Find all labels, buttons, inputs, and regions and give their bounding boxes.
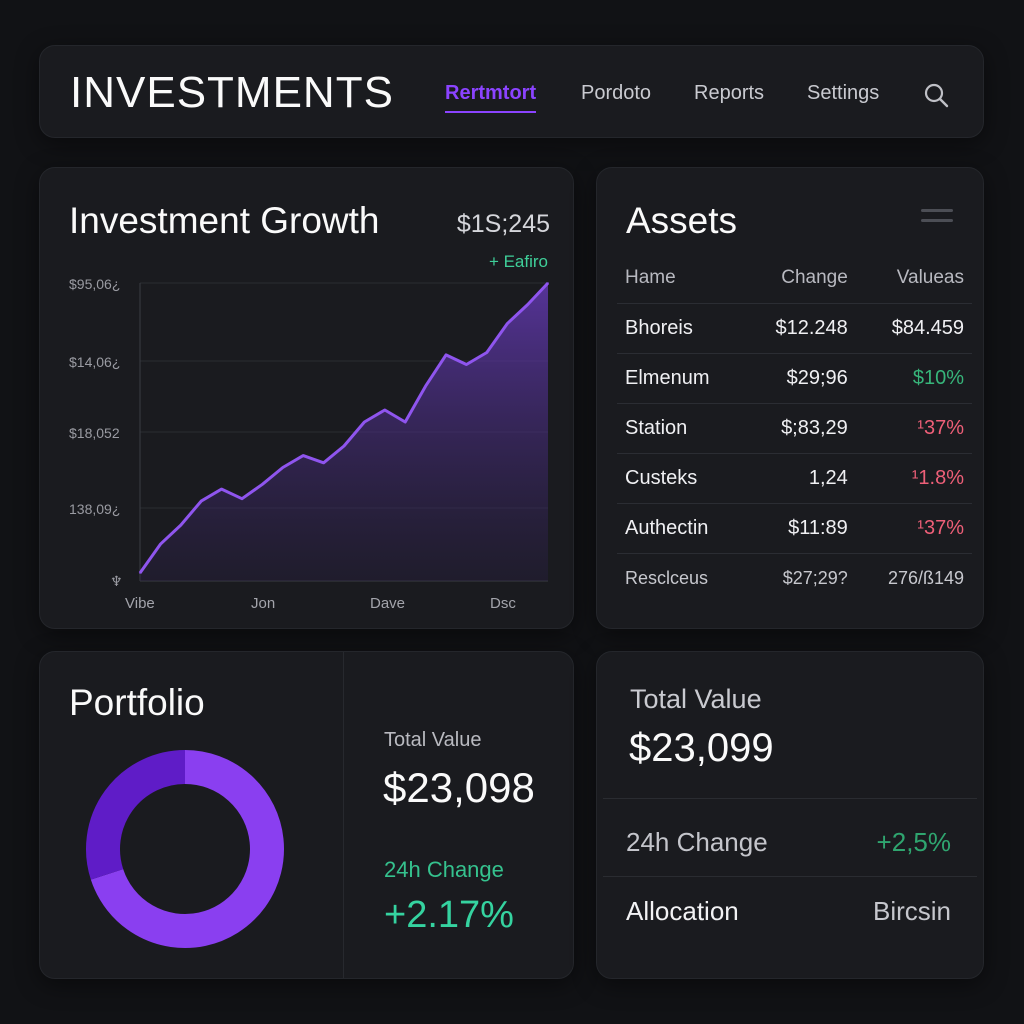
column-header-value[interactable]: Valueas [855, 253, 972, 304]
asset-value: $10% [855, 353, 972, 404]
divider [603, 876, 977, 877]
portfolio-total-label: Total Value [384, 729, 482, 751]
asset-name: Station [617, 403, 745, 454]
data-point [445, 354, 447, 356]
asset-name: Authectin [617, 503, 745, 554]
data-point [486, 351, 488, 354]
asset-value: ¹37% [855, 503, 972, 554]
data-point [343, 445, 345, 447]
y-axis-label: $18,052 [69, 425, 120, 441]
table-header-row: Hame Change Valueas [617, 253, 972, 304]
asset-name: Resclceus [625, 567, 709, 588]
tab-settings[interactable]: Settings [807, 82, 879, 105]
asset-value: ¹1.8% [855, 453, 972, 504]
x-axis-label: Dave [370, 595, 405, 612]
data-point [180, 524, 182, 526]
data-point [424, 385, 427, 387]
data-point [506, 322, 509, 325]
asset-change: 1,24 [744, 453, 856, 504]
asset-name: Elmenum [617, 353, 745, 404]
app-brand: INVESTMENTS [70, 68, 394, 117]
asset-change: $29;96 [744, 353, 856, 404]
asset-name: Custeks [617, 453, 745, 504]
y-axis-label: $95,06¿ [69, 276, 120, 292]
tab-rertmtort[interactable]: Rertmtort [445, 82, 537, 113]
assets-title: Assets [626, 200, 738, 241]
asset-change: $27;29? [782, 567, 848, 588]
portfolio-change-value: +2.17% [384, 894, 514, 936]
asset-value: $84.459 [855, 303, 972, 354]
data-point [302, 454, 305, 457]
y-axis-label: 138,09¿ [69, 501, 120, 517]
growth-chart: $95,06¿ $14,06¿ $18,052 138,09¿ ♆Vibe Jon Dave… [69, 276, 550, 612]
assets-table: Hame Change Valueas Bhoreis $12.248 $84.… [617, 253, 972, 603]
data-point [547, 282, 549, 284]
investment-growth-card: Investment Growth $1S;245 + Eafiro $95,0… [39, 167, 574, 629]
asset-name: Bhoreis [617, 303, 745, 354]
origin-icon: ♆ [110, 574, 123, 590]
table-row[interactable]: Bhoreis $12.248 $84.459 [617, 303, 972, 354]
data-point [220, 488, 223, 490]
portfolio-change-label: 24h Change [384, 857, 504, 882]
divider [603, 798, 977, 799]
data-point [384, 409, 386, 411]
data-point [363, 421, 366, 423]
asset-change: $11:89 [744, 503, 856, 554]
data-point [404, 421, 407, 423]
portfolio-donut-chart [86, 750, 284, 948]
table-row[interactable]: Resclceus $27;29? 276/ß149 [617, 553, 972, 603]
table-row[interactable]: Custeks 1,24 ¹1.8% [617, 453, 972, 504]
change-label: 24h Change [626, 827, 768, 857]
change-value: +2,5% [876, 827, 951, 857]
allocation-value: Bircsin [872, 896, 951, 926]
data-point [526, 303, 529, 306]
data-point [322, 461, 325, 464]
total-value-amount: $23,099 [629, 726, 774, 770]
menu-icon[interactable] [921, 209, 953, 227]
portfolio-card: Portfolio Total Value $23,098 24h Change… [39, 651, 574, 979]
table-row[interactable]: Authectin $11:89 ¹37% [617, 503, 972, 554]
data-point [139, 572, 141, 574]
table-row[interactable]: Elmenum $29;96 $10% [617, 353, 972, 404]
tab-reports[interactable]: Reports [694, 82, 764, 105]
y-axis-label: $14,06¿ [69, 354, 120, 370]
x-axis-label: Vibe [125, 595, 155, 612]
data-point [241, 497, 243, 500]
portfolio-title: Portfolio [69, 682, 205, 723]
total-value-label: Total Value [630, 684, 762, 714]
asset-change: $12.248 [744, 303, 856, 354]
total-value-card: Total Value $23,099 24h Change +2,5% All… [596, 651, 984, 979]
column-header-name[interactable]: Hame [617, 253, 745, 304]
tab-pordoto[interactable]: Pordoto [581, 82, 651, 105]
data-point [261, 483, 264, 486]
asset-change: $;83,29 [744, 403, 856, 454]
data-point [159, 543, 162, 546]
assets-card: Assets Hame Change Valueas Bhoreis $12.2… [596, 167, 984, 629]
x-axis-label: Jon [251, 595, 275, 612]
x-axis-label: Dsc [490, 595, 516, 612]
asset-value: 276/ß149 [887, 567, 964, 588]
asset-value: ¹37% [855, 403, 972, 454]
portfolio-total-value: $23,098 [383, 764, 535, 811]
donut-slice [86, 750, 186, 880]
data-point [200, 500, 202, 502]
portfolio-divider [343, 652, 344, 978]
search-icon[interactable] [922, 81, 950, 109]
column-header-change[interactable]: Change [744, 253, 856, 304]
table-row[interactable]: Station $;83,29 ¹37% [617, 403, 972, 454]
data-point [282, 466, 284, 469]
allocation-label: Allocation [626, 896, 739, 926]
top-nav-bar: INVESTMENTS Rertmtort Pordoto Reports Se… [39, 45, 984, 138]
data-point [465, 363, 468, 366]
